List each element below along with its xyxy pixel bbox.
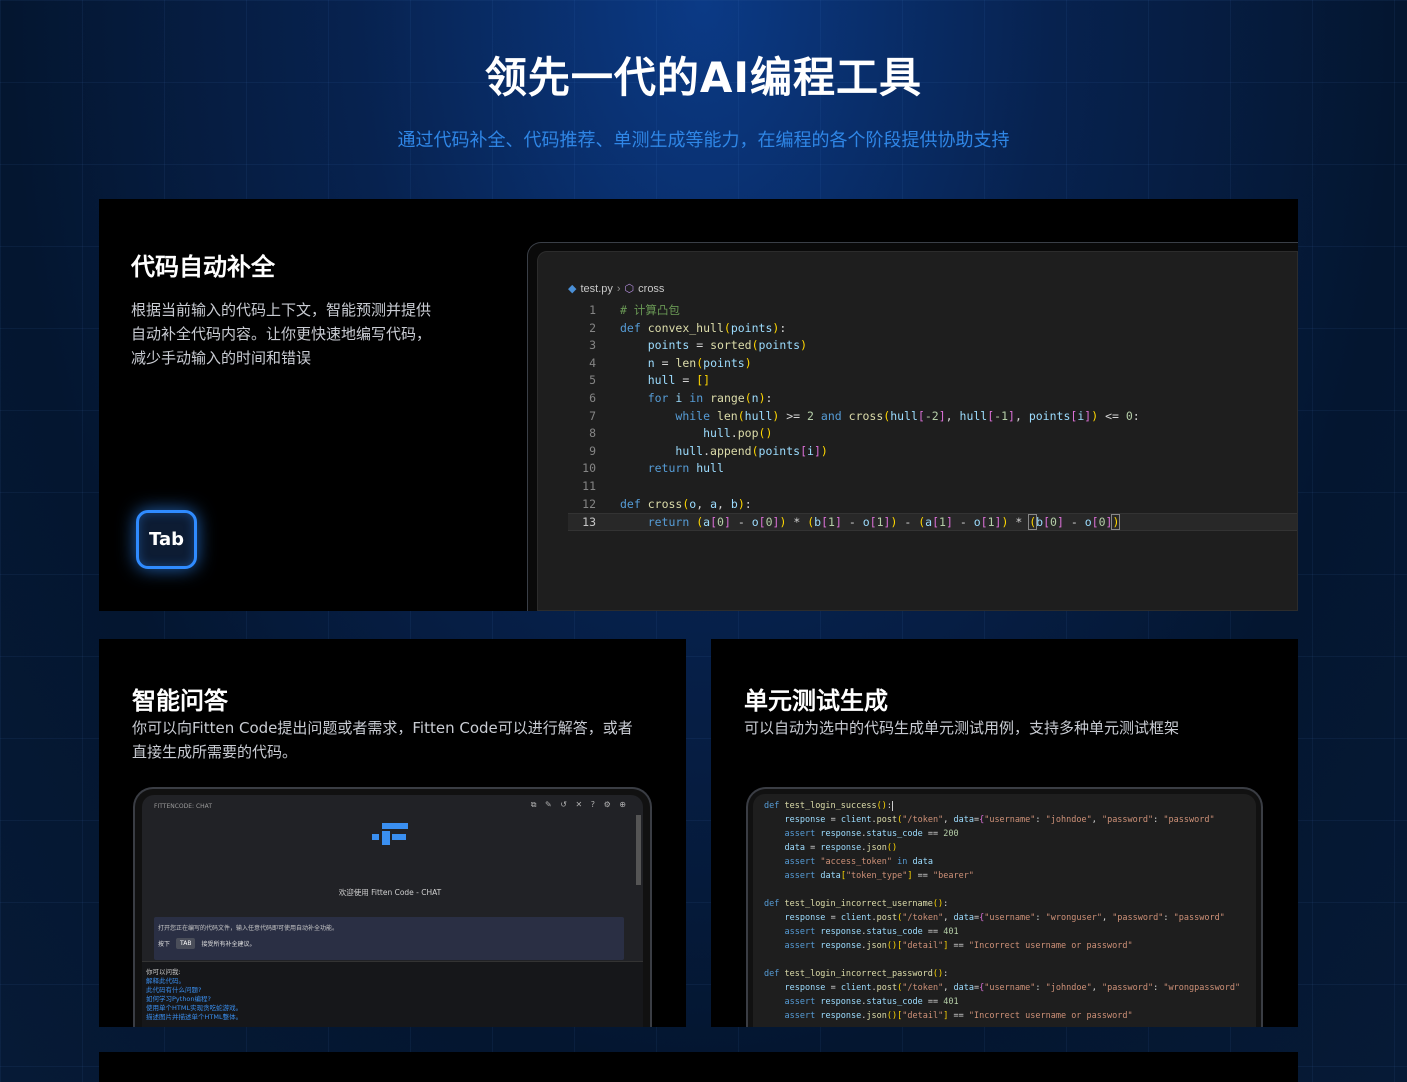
chevron-right-icon: › <box>616 282 621 295</box>
tab-key-icon: Tab <box>136 510 197 569</box>
autocomplete-desc: 根据当前输入的代码上下文，智能预测并提供 自动补全代码内容。让你更快速地编写代码… <box>131 298 471 370</box>
code-editor-frame: ◆ test.py › ⬡ cross 1 # 计算凸包 2 def convex_… <box>527 242 1298 611</box>
chat-welcome-text: 欢迎使用 Fitten Code - CHAT <box>338 888 442 897</box>
chat-card-title: 智能问答 <box>132 687 228 715</box>
autocomplete-card: 代码自动补全 根据当前输入的代码上下文，智能预测并提供 自动补全代码内容。让你更… <box>99 199 1298 611</box>
chat-device-frame: FITTENCODE: CHAT ⧉ ✎ ↺ ✕ ? ⚙ ⊕ 欢迎使用 Fitt… <box>133 787 652 1027</box>
tab-key-badge: TAB <box>176 938 196 949</box>
code-line: 3 points = sorted(points) <box>589 338 808 353</box>
chat-tip-text: 打开您正在编写的代码文件，输入任意代码即可使用自动补全功能。 <box>158 925 339 932</box>
test-code: def test_login_success(): response = cli… <box>764 801 1241 1021</box>
autocomplete-title: 代码自动补全 <box>131 253 275 281</box>
code-line: 7 while len(hull) >= 2 and cross(hull[-2… <box>589 408 1140 423</box>
next-feature-card <box>99 1052 1298 1082</box>
chat-toolbar-icons[interactable]: ⧉ ✎ ↺ ✕ ? ⚙ ⊕ <box>531 800 629 810</box>
test-device-frame: def test_login_success(): response = cli… <box>746 787 1263 1027</box>
tip-press-label: 按下 <box>158 941 171 948</box>
chat-panel: FITTENCODE: CHAT ⧉ ✎ ↺ ✕ ? ⚙ ⊕ 欢迎使用 Fitt… <box>142 795 643 1027</box>
code-line: 6 for i in range(n): <box>589 390 773 405</box>
suggestion-link[interactable]: 描述图片并描述单个HTML整体。 <box>146 1011 242 1021</box>
unit-test-card: 单元测试生成 可以自动为选中的代码生成单元测试用例，支持多种单元测试框架 def… <box>711 639 1298 1027</box>
breadcrumb-symbol[interactable]: cross <box>638 283 664 295</box>
unit-test-card-desc: 可以自动为选中的代码生成单元测试用例，支持多种单元测试框架 <box>744 719 1180 737</box>
code-editor[interactable]: ◆ test.py › ⬡ cross 1 # 计算凸包 2 def convex_… <box>537 251 1298 611</box>
code-line: 12 def cross(o, a, b): <box>582 496 752 511</box>
tip-accept-label: 接受所有补全建议。 <box>201 941 256 948</box>
code-line: 1 # 计算凸包 <box>589 303 680 317</box>
code-line: 2 def convex_hull(points): <box>589 320 787 335</box>
desc-line: 根据当前输入的代码上下文，智能预测并提供 <box>131 301 432 319</box>
code-line: 4 n = len(points) <box>589 355 752 370</box>
python-file-icon: ◆ <box>568 283 577 295</box>
chat-panel-title: FITTENCODE: CHAT <box>154 803 212 810</box>
code-line: 10 return hull <box>582 461 724 476</box>
chat-card: 智能问答 你可以向Fitten Code提出问题或者需求，Fitten Code… <box>99 639 686 1027</box>
code-area[interactable]: 1 # 计算凸包 2 def convex_hull(points): 3 poin… <box>568 302 1297 531</box>
symbol-method-icon: ⬡ <box>624 283 635 295</box>
unit-test-card-title: 单元测试生成 <box>744 687 888 715</box>
test-code-editor[interactable]: def test_login_success(): response = cli… <box>753 794 1256 1027</box>
code-line: 8 hull.pop() <box>589 426 773 441</box>
chat-scrollbar[interactable] <box>636 815 641 885</box>
desc-line: 直接生成所需要的代码。 <box>132 743 298 761</box>
desc-line: 减少手动输入的时间和错误 <box>131 349 312 367</box>
fitten-logo-icon <box>372 823 412 853</box>
desc-line: 你可以向Fitten Code提出问题或者需求，Fitten Code可以进行解… <box>132 719 633 737</box>
desc-line: 自动补全代码内容。让你更快速地编写代码， <box>131 325 432 343</box>
hero-subtitle: 通过代码补全、代码推荐、单测生成等能力，在编程的各个阶段提供协助支持 <box>397 130 1010 151</box>
chat-tip-row: 按下 TAB 接受所有补全建议。 <box>158 938 255 949</box>
code-line: 11 <box>582 478 596 493</box>
breadcrumb: ◆ test.py › ⬡ cross <box>568 282 664 296</box>
chat-tip-box: 打开您正在编写的代码文件，输入任意代码即可使用自动补全功能。 按下 TAB 接受… <box>154 917 624 960</box>
code-line-current: 13 return (a[0] - o[0]) * (b[1] - o[1]) … <box>568 513 1297 531</box>
code-line: 9 hull.append(points[i]) <box>589 443 828 458</box>
hero-title: 领先一代的AI编程工具 <box>484 53 923 102</box>
breadcrumb-file[interactable]: test.py <box>580 283 612 295</box>
chat-suggestions: 你可以问我: 解释此代码。 此代码有什么问题? 如何学习Python编程? 使用… <box>142 961 643 1027</box>
code-line: 5 hull = [] <box>589 373 711 388</box>
chat-card-desc: 你可以向Fitten Code提出问题或者需求，Fitten Code可以进行解… <box>132 716 662 764</box>
